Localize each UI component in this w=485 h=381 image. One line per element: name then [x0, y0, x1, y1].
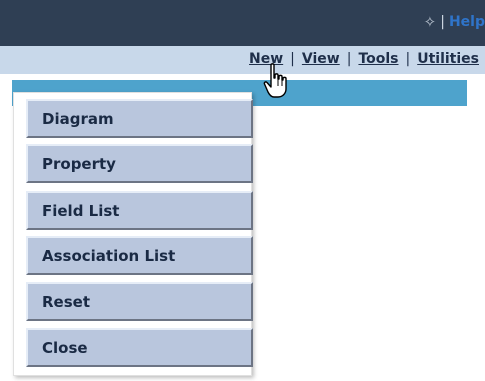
menu-item-property[interactable]: Property — [26, 144, 253, 183]
sparkle-icon: ✧ — [423, 13, 437, 31]
menu-utilities[interactable]: Utilities — [417, 51, 479, 67]
top-utility-links: ✧ | Help — [424, 8, 485, 36]
menu-tools[interactable]: Tools — [358, 51, 398, 67]
menu-item-association-list[interactable]: Association List — [26, 236, 253, 275]
menu-item-close[interactable]: Close — [26, 328, 253, 367]
menu-separator: | — [405, 51, 411, 67]
menu-item-reset[interactable]: Reset — [26, 282, 253, 321]
view-dropdown-menu: Diagram Property Field List Association … — [13, 92, 253, 376]
top-separator: | — [440, 14, 445, 30]
menu-separator: | — [346, 51, 352, 67]
menu-view[interactable]: View — [302, 51, 340, 67]
top-bar: ✧ | Help — [0, 0, 485, 46]
menu-bar: New | View | Tools | Utilities — [0, 46, 485, 74]
menu-item-field-list[interactable]: Field List — [26, 191, 253, 230]
help-link[interactable]: Help — [449, 14, 485, 30]
menu-item-diagram[interactable]: Diagram — [26, 99, 253, 138]
hand-pointer-cursor-icon — [263, 63, 287, 98]
